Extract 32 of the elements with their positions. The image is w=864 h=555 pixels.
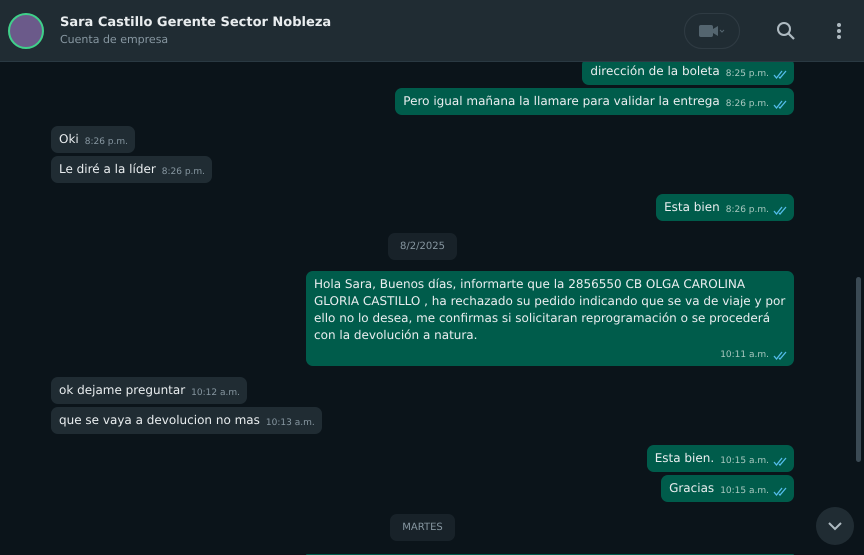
video-call-button[interactable]	[684, 12, 740, 48]
message-time: 10:12 a.m.	[191, 387, 240, 400]
account-type: Cuenta de empresa	[60, 32, 170, 48]
message-time: 10:15 a.m.	[720, 455, 769, 468]
search-icon	[776, 21, 796, 42]
message-text: Pero igual mañana la llamare para validar la entrega	[403, 93, 720, 110]
message-time: 8:26 p.m.	[726, 98, 769, 111]
message-text: Oki	[59, 131, 79, 148]
message-time: 8:26 p.m.	[84, 136, 128, 149]
scroll-down-button[interactable]	[816, 507, 854, 545]
message-text: Esta bien.	[654, 450, 714, 467]
contact-name: Sara Castillo Gerente Sector Nobleza	[60, 14, 332, 32]
message-text: dirección de la boleta	[590, 63, 720, 80]
menu-icon	[836, 22, 842, 40]
message-time: 10:15 a.m.	[720, 485, 769, 498]
message-text: Hola Sara, Buenos días, informarte que la 2856550 CB OLGA CAROLINA GLORIA CASTILLO , ha rechazado su pedido indicando que se va de viaje y por ello no lo desea, me confirmas si solicitaran reprogramación o se procederá con la devolución a natura.	[314, 276, 786, 344]
video-camera-icon	[699, 24, 725, 38]
message-time: 8:25 p.m.	[726, 68, 769, 81]
scrollbar[interactable]	[856, 277, 861, 462]
contact-avatar[interactable]	[8, 12, 44, 48]
message-text: ok dejame preguntar	[59, 382, 186, 399]
message-text: Esta bien	[664, 199, 720, 216]
date-separator: MARTES	[390, 514, 455, 541]
message-time: 10:11 a.m.	[720, 349, 769, 362]
message-text: Le diré a la líder	[59, 161, 156, 178]
message-time: 8:26 p.m.	[162, 166, 206, 179]
chevron-down-icon	[827, 521, 843, 531]
message-time: 8:26 p.m.	[726, 204, 769, 217]
message-text: que se vaya a devolucion no mas	[59, 412, 260, 429]
message-text: Gracias	[669, 480, 714, 497]
message-time: 10:13 a.m.	[266, 417, 315, 430]
date-separator: 8/2/2025	[388, 233, 457, 260]
